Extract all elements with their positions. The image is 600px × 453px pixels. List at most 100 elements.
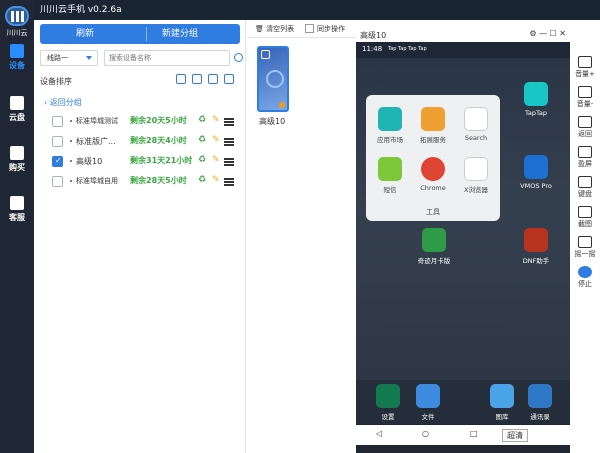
app-taptap[interactable]: TapTap bbox=[516, 82, 556, 117]
loading-ring-icon bbox=[266, 70, 284, 88]
nav-item-device[interactable]: 设备 bbox=[0, 40, 34, 74]
status-tags: Tap Tap Tap Tap bbox=[388, 46, 427, 52]
app-label: 拓展服务 bbox=[420, 136, 446, 144]
device-row[interactable]: 高级10 剩余31天21小时 ♻ ✎ bbox=[52, 154, 242, 172]
app-label: Search bbox=[464, 134, 488, 142]
edit-icon[interactable]: ✎ bbox=[212, 135, 220, 145]
app-sms[interactable]: 短信 bbox=[370, 157, 410, 194]
app-label: 通讯录 bbox=[530, 413, 550, 421]
app-extend[interactable]: 拓展服务 bbox=[413, 107, 453, 144]
edit-icon[interactable]: ✎ bbox=[212, 175, 220, 185]
row-checkbox[interactable] bbox=[52, 136, 63, 147]
row-checkbox[interactable] bbox=[52, 116, 63, 127]
app-label: VMOS Pro bbox=[520, 182, 552, 190]
nav-item-cloud-disk[interactable]: 云盘 bbox=[0, 92, 34, 126]
back-to-group-link[interactable]: ‹ 返回分组 bbox=[44, 97, 82, 108]
line-select[interactable]: 线路一 bbox=[40, 50, 98, 66]
nav-label: 设备 bbox=[9, 61, 25, 70]
recycle-icon[interactable]: ♻ bbox=[198, 115, 206, 125]
phone-title: 高级10 bbox=[360, 31, 387, 40]
thumb-checkbox[interactable] bbox=[261, 50, 270, 59]
quality-select[interactable]: 超清 bbox=[502, 429, 528, 442]
image-icon bbox=[490, 384, 514, 408]
app-label: DNF助手 bbox=[522, 257, 550, 265]
volume-up-button[interactable]: 音量+ bbox=[570, 56, 600, 79]
app-files[interactable]: 文件 bbox=[408, 384, 448, 421]
volume-down-button[interactable]: 音量- bbox=[570, 86, 600, 109]
taptap-icon bbox=[524, 82, 548, 106]
app-label: TapTap bbox=[524, 109, 547, 117]
app-contacts[interactable]: 通讯录 bbox=[520, 384, 560, 421]
edit-icon[interactable]: ✎ bbox=[212, 115, 220, 125]
sync-label: 同步操作 bbox=[317, 25, 345, 33]
chrome-icon bbox=[421, 157, 445, 181]
device-thumbnail[interactable] bbox=[257, 46, 289, 112]
stop-icon bbox=[578, 266, 592, 278]
title-bar: 川川云手机 v0.2.6a bbox=[0, 0, 600, 20]
shake-button[interactable]: 摇一摇 bbox=[570, 236, 600, 259]
drag-handle-icon[interactable] bbox=[224, 118, 234, 120]
chevron-down-icon bbox=[86, 56, 92, 60]
remaining-time: 剩余31天21小时 bbox=[130, 156, 193, 165]
device-list-panel: 刷新 新建分组 线路一 设备排序 ‹ 返回分组 标准埠城测试 剩余20天5小时 ♻ ✎… bbox=[34, 20, 246, 453]
edit-icon[interactable]: ✎ bbox=[212, 155, 220, 165]
control-label: 截图 bbox=[578, 220, 592, 228]
app-label: 奇迹月卡版 bbox=[417, 257, 451, 265]
recycle-icon[interactable]: ♻ bbox=[198, 175, 206, 185]
stop-button[interactable]: 停止 bbox=[570, 266, 600, 289]
refresh-button[interactable]: 刷新 bbox=[76, 24, 94, 44]
drag-handle-icon[interactable] bbox=[224, 178, 234, 180]
app-gallery[interactable]: 图库 bbox=[482, 384, 522, 421]
back-button[interactable]: 返回 bbox=[570, 116, 600, 139]
control-label: 音量- bbox=[576, 100, 594, 108]
home-icon[interactable]: ○ bbox=[422, 429, 429, 438]
recycle-icon[interactable]: ♻ bbox=[198, 135, 206, 145]
sync-checkbox[interactable] bbox=[305, 24, 314, 33]
app-qiji[interactable]: 奇迹月卡版 bbox=[414, 228, 454, 265]
row-checkbox[interactable] bbox=[52, 176, 63, 187]
cloud-upload-icon bbox=[10, 96, 24, 110]
nav-item-support[interactable]: 客服 bbox=[0, 192, 34, 226]
drag-handle-icon[interactable] bbox=[224, 138, 234, 140]
search-input[interactable] bbox=[104, 50, 230, 66]
keyboard-button[interactable]: 键盘 bbox=[570, 176, 600, 199]
recents-icon[interactable]: □ bbox=[470, 429, 478, 438]
app-chrome[interactable]: Chrome bbox=[413, 157, 453, 192]
drag-handle-icon[interactable] bbox=[224, 158, 234, 160]
shake-icon bbox=[578, 236, 592, 248]
window-controls[interactable]: ⚙ — ☐ ✕ bbox=[529, 29, 566, 38]
clear-label: 清空列表 bbox=[266, 25, 295, 33]
device-row[interactable]: 标准版广... 剩余28天4小时 ♻ ✎ bbox=[52, 134, 242, 152]
app-settings[interactable]: 设置 bbox=[368, 384, 408, 421]
device-row[interactable]: 标准埠城测试 剩余20天5小时 ♻ ✎ bbox=[52, 114, 242, 132]
row-checkbox[interactable] bbox=[52, 156, 63, 167]
app-xbrowser[interactable]: X浏览器 bbox=[456, 157, 496, 194]
sort-desc-icon[interactable] bbox=[224, 74, 234, 84]
nav-label: 云盘 bbox=[9, 113, 25, 122]
app-vmos[interactable]: VMOS Pro bbox=[516, 155, 556, 190]
app-search[interactable]: Search bbox=[456, 107, 496, 142]
store-icon bbox=[378, 107, 402, 131]
new-group-button[interactable]: 新建分组 bbox=[162, 24, 198, 44]
device-row[interactable]: 标准埠城自用 剩余28天5小时 ♻ ✎ bbox=[52, 174, 242, 192]
sort-asc-icon[interactable] bbox=[192, 74, 202, 84]
clear-list-button[interactable]: 🗑 清空列表 bbox=[255, 24, 294, 34]
screen-button[interactable]: 盈屏 bbox=[570, 146, 600, 169]
app-title: 川川云手机 v0.2.6a bbox=[40, 5, 122, 15]
tools-folder: 应用市场 拓展服务 Search 短信 Chrome X浏览器 工具 bbox=[366, 95, 500, 221]
back-label: 返回分组 bbox=[49, 98, 82, 107]
sort-alpha-icon[interactable] bbox=[208, 74, 218, 84]
sort-icons bbox=[176, 74, 240, 86]
app-market[interactable]: 应用市场 bbox=[370, 107, 410, 144]
back-icon[interactable]: ◁ bbox=[376, 429, 382, 438]
logo-text: 川川云 bbox=[6, 29, 28, 37]
recycle-icon[interactable]: ♻ bbox=[198, 155, 206, 165]
app-dnf[interactable]: DNF助手 bbox=[516, 228, 556, 265]
control-label: 音量+ bbox=[575, 70, 595, 78]
app-dock: 设置 文件 图库 通讯录 bbox=[356, 380, 570, 424]
screenshot-button[interactable]: 截图 bbox=[570, 206, 600, 229]
device-name: 标准版广... bbox=[76, 137, 116, 146]
nav-item-buy[interactable]: 购买 bbox=[0, 142, 34, 176]
search-icon[interactable] bbox=[234, 53, 243, 62]
layers-icon[interactable] bbox=[176, 74, 186, 84]
